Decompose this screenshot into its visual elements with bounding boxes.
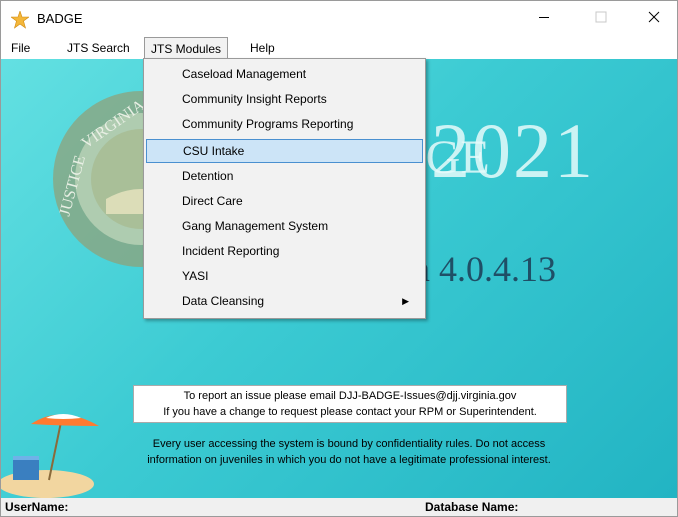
menu-item-incident-reporting[interactable]: Incident Reporting bbox=[146, 239, 423, 263]
close-icon bbox=[648, 11, 660, 23]
confidential-line-2: information on juveniles in which you do… bbox=[147, 454, 551, 466]
beach-umbrella-icon bbox=[1, 414, 99, 498]
title-bar: BADGE bbox=[1, 1, 677, 37]
menu-item-community-insight-reports[interactable]: Community Insight Reports bbox=[146, 87, 423, 111]
menu-item-detention[interactable]: Detention bbox=[146, 164, 423, 188]
menu-item-yasi[interactable]: YASI bbox=[146, 264, 423, 288]
status-bar: UserName: Database Name: bbox=[1, 498, 677, 516]
menu-bar: File JTS Search JTS Modules Help bbox=[1, 37, 677, 59]
submenu-arrow-icon: ▶ bbox=[402, 296, 409, 306]
menu-item-caseload-management[interactable]: Caseload Management bbox=[146, 62, 423, 86]
minimize-button[interactable] bbox=[521, 1, 567, 33]
maximize-icon bbox=[595, 11, 607, 23]
menu-item-data-cleansing-label: Data Cleansing bbox=[182, 294, 265, 308]
maximize-button[interactable] bbox=[578, 1, 624, 33]
star-badge-icon bbox=[11, 11, 29, 29]
close-button[interactable] bbox=[631, 1, 677, 33]
menu-jts-modules[interactable]: JTS Modules bbox=[144, 37, 229, 59]
menu-item-gang-management-system[interactable]: Gang Management System bbox=[146, 214, 423, 238]
notice-line-2: If you have a change to request please c… bbox=[163, 406, 537, 418]
menu-item-csu-intake[interactable]: CSU Intake bbox=[146, 139, 423, 163]
app-window: BADGE File JTS Search JTS Modules Help V… bbox=[0, 0, 678, 517]
notice-line-1: To report an issue please email DJJ-BADG… bbox=[183, 390, 517, 402]
menu-file[interactable]: File bbox=[5, 39, 36, 57]
window-title: BADGE bbox=[37, 11, 83, 26]
menu-item-community-programs-reporting[interactable]: Community Programs Reporting bbox=[146, 112, 423, 136]
confidentiality-notice: Every user accessing the system is bound… bbox=[101, 436, 597, 468]
menu-item-direct-care[interactable]: Direct Care bbox=[146, 189, 423, 213]
issue-notice-box: To report an issue please email DJJ-BADG… bbox=[133, 385, 567, 423]
confidential-line-1: Every user accessing the system is bound… bbox=[152, 438, 546, 450]
menu-help[interactable]: Help bbox=[244, 39, 281, 57]
menu-jts-search[interactable]: JTS Search bbox=[61, 39, 136, 57]
jts-modules-dropdown: Caseload Management Community Insight Re… bbox=[143, 58, 426, 319]
username-label: UserName: bbox=[5, 500, 69, 514]
minimize-icon bbox=[539, 17, 549, 18]
database-name-label: Database Name: bbox=[425, 500, 519, 514]
menu-item-data-cleansing[interactable]: Data Cleansing ▶ bbox=[146, 289, 423, 313]
